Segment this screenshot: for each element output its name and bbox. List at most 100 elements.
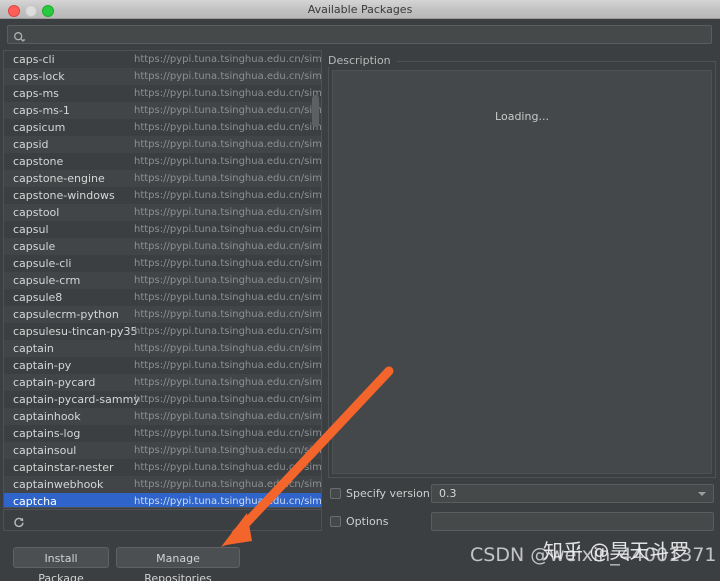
package-repository-url: https://pypi.tuna.tsinghua.edu.cn/simple…: [134, 326, 322, 337]
package-repository-url: https://pypi.tuna.tsinghua.edu.cn/simple…: [134, 54, 322, 65]
package-row[interactable]: capstone https://pypi.tuna.tsinghua.edu.c…: [4, 153, 322, 170]
install-package-button[interactable]: Install Package: [13, 547, 109, 581]
package-repository-url: https://pypi.tuna.tsinghua.edu.cn/simple…: [134, 190, 322, 201]
specify-version-checkbox[interactable]: [330, 488, 341, 499]
package-repository-url: https://pypi.tuna.tsinghua.edu.cn/simple…: [134, 275, 322, 286]
package-repository-url: https://pypi.tuna.tsinghua.edu.cn/simple…: [134, 207, 322, 218]
version-select[interactable]: 0.3: [431, 484, 714, 503]
package-repository-url: https://pypi.tuna.tsinghua.edu.cn/simple…: [134, 156, 322, 167]
search-icon[interactable]: [13, 29, 26, 42]
package-repository-url: https://pypi.tuna.tsinghua.edu.cn/simple…: [134, 224, 322, 235]
package-repository-url: https://pypi.tuna.tsinghua.edu.cn/simple…: [134, 394, 322, 405]
window-titlebar: Available Packages: [0, 0, 720, 19]
package-row[interactable]: caps-ms https://pypi.tuna.tsinghua.edu.cn…: [4, 85, 322, 102]
package-list[interactable]: caps-cli https://pypi.tuna.tsinghua.edu.c…: [4, 51, 322, 508]
package-row[interactable]: caps-ms-1 https://pypi.tuna.tsinghua.edu.…: [4, 102, 322, 119]
package-repository-url: https://pypi.tuna.tsinghua.edu.cn/simple…: [134, 105, 322, 116]
description-scrollbar[interactable]: [703, 73, 710, 471]
package-list-scrollbar-thumb[interactable]: [312, 95, 319, 127]
options-label: Options: [346, 515, 389, 528]
search-input[interactable]: [30, 26, 704, 45]
package-row[interactable]: capsicum https://pypi.tuna.tsinghua.edu.c…: [4, 119, 322, 136]
package-repository-url: https://pypi.tuna.tsinghua.edu.cn/simple…: [134, 139, 322, 150]
package-name: capsicum: [13, 121, 66, 134]
description-panel: Description Loading...: [328, 54, 716, 478]
package-repository-url: https://pypi.tuna.tsinghua.edu.cn/simple…: [134, 462, 322, 473]
package-repository-url: https://pypi.tuna.tsinghua.edu.cn/simple…: [134, 428, 322, 439]
package-row[interactable]: caps-cli https://pypi.tuna.tsinghua.edu.c…: [4, 51, 322, 68]
package-name: captain: [13, 342, 54, 355]
package-repository-url: https://pypi.tuna.tsinghua.edu.cn/simple…: [134, 88, 322, 99]
package-row[interactable]: captcha https://pypi.tuna.tsinghua.edu.cn…: [4, 493, 322, 508]
package-row[interactable]: capsule https://pypi.tuna.tsinghua.edu.cn…: [4, 238, 321, 255]
description-legend: Description: [328, 54, 397, 67]
package-name: capsule8: [13, 291, 63, 304]
options-checkbox[interactable]: [330, 516, 341, 527]
package-row[interactable]: captainsoul https://pypi.tuna.tsinghua.ed…: [4, 442, 322, 459]
chevron-down-icon[interactable]: [698, 492, 706, 496]
package-name: caps-lock: [13, 70, 65, 83]
refresh-icon[interactable]: [12, 514, 25, 528]
package-row[interactable]: captain-pycard-sammy https://pypi.tuna.ts…: [4, 391, 322, 408]
package-name: captainstar-nester: [13, 461, 114, 474]
package-row[interactable]: capsulesu-tincan-py35 https://pypi.tuna.t…: [4, 323, 322, 340]
package-name: capsule-crm: [13, 274, 81, 287]
package-row[interactable]: captain https://pypi.tuna.tsinghua.edu.cn…: [4, 340, 321, 357]
package-name: captainwebhook: [13, 478, 104, 491]
zhihu-watermark: 知乎 @昊天斗罗: [543, 539, 690, 563]
package-name: capstone: [13, 155, 64, 168]
package-row[interactable]: captain-py https://pypi.tuna.tsinghua.edu…: [4, 357, 322, 374]
package-row[interactable]: capsule8 https://pypi.tuna.tsinghua.edu.c…: [4, 289, 322, 306]
package-name: caps-cli: [13, 53, 55, 66]
package-row[interactable]: capsule-cli https://pypi.tuna.tsinghua.ed…: [4, 255, 322, 272]
package-repository-url: https://pypi.tuna.tsinghua.edu.cn/simple…: [134, 173, 322, 184]
package-name: captain-pycard-sammy: [13, 393, 140, 406]
version-select-value: 0.3: [439, 487, 457, 500]
package-repository-url: https://pypi.tuna.tsinghua.edu.cn/simple…: [134, 360, 322, 371]
package-row[interactable]: caps-lock https://pypi.tuna.tsinghua.edu.…: [4, 68, 322, 85]
package-name: capsule: [13, 240, 56, 253]
package-row[interactable]: captains-log https://pypi.tuna.tsinghua.e…: [4, 425, 322, 442]
search-field[interactable]: [7, 25, 712, 45]
package-name: capstone-engine: [13, 172, 105, 185]
package-list-scrollbar[interactable]: [311, 51, 320, 507]
package-name: captainsoul: [13, 444, 77, 457]
package-row[interactable]: capsid https://pypi.tuna.tsinghua.edu.cn/…: [4, 136, 322, 153]
package-name: captcha: [13, 495, 57, 508]
package-row[interactable]: capstone-engine https://pypi.tuna.tsinghu…: [4, 170, 322, 187]
package-repository-url: https://pypi.tuna.tsinghua.edu.cn/simple…: [134, 479, 322, 490]
package-name: capstone-windows: [13, 189, 115, 202]
package-repository-url: https://pypi.tuna.tsinghua.edu.cn/simple…: [134, 309, 322, 320]
package-repository-url: https://pypi.tuna.tsinghua.edu.cn/simple…: [134, 292, 322, 303]
package-repository-url: https://pypi.tuna.tsinghua.edu.cn/simple…: [134, 496, 322, 507]
package-repository-url: https://pypi.tuna.tsinghua.edu.cn/simple…: [134, 122, 322, 133]
package-repository-url: https://pypi.tuna.tsinghua.edu.cn/simple…: [134, 258, 322, 269]
package-name: caps-ms-1: [13, 104, 70, 117]
description-content-box: Loading...: [332, 70, 712, 474]
package-row[interactable]: captainstar-nester https://pypi.tuna.tsin…: [4, 459, 322, 476]
manage-repositories-button[interactable]: Manage Repositories: [116, 547, 240, 581]
bottom-button-bar: Install Package Manage Repositories: [0, 540, 400, 581]
package-row[interactable]: capsulecrm-python https://pypi.tuna.tsing…: [4, 306, 322, 323]
package-name: capsulesu-tincan-py35: [13, 325, 138, 338]
package-row[interactable]: capsul https://pypi.tuna.tsinghua.edu.cn/…: [4, 221, 322, 238]
package-row[interactable]: captain-pycard https://pypi.tuna.tsinghua…: [4, 374, 321, 391]
package-row[interactable]: captainwebhook https://pypi.tuna.tsinghua…: [4, 476, 322, 493]
available-packages-window: Available Packages caps-cli https://pypi.…: [0, 0, 720, 581]
package-list-panel[interactable]: caps-cli https://pypi.tuna.tsinghua.edu.c…: [3, 50, 322, 508]
package-name: capstool: [13, 206, 60, 219]
package-name: captainhook: [13, 410, 81, 423]
description-loading-text: Loading...: [495, 110, 549, 123]
package-row[interactable]: captainhook https://pypi.tuna.tsinghua.ed…: [4, 408, 321, 425]
package-row[interactable]: capstone-windows https://pypi.tuna.tsingh…: [4, 187, 322, 204]
package-row[interactable]: capsule-crm https://pypi.tuna.tsinghua.ed…: [4, 272, 322, 289]
package-row[interactable]: capstool https://pypi.tuna.tsinghua.edu.c…: [4, 204, 322, 221]
specify-version-label: Specify version: [346, 487, 430, 500]
package-name: capsule-cli: [13, 257, 72, 270]
package-repository-url: https://pypi.tuna.tsinghua.edu.cn/simple…: [134, 71, 322, 82]
package-name: capsul: [13, 223, 49, 236]
options-input[interactable]: [431, 512, 714, 531]
package-name: captain-pycard: [13, 376, 96, 389]
package-repository-url: https://pypi.tuna.tsinghua.edu.cn/simple…: [134, 445, 322, 456]
search-bar-area: [0, 19, 720, 49]
